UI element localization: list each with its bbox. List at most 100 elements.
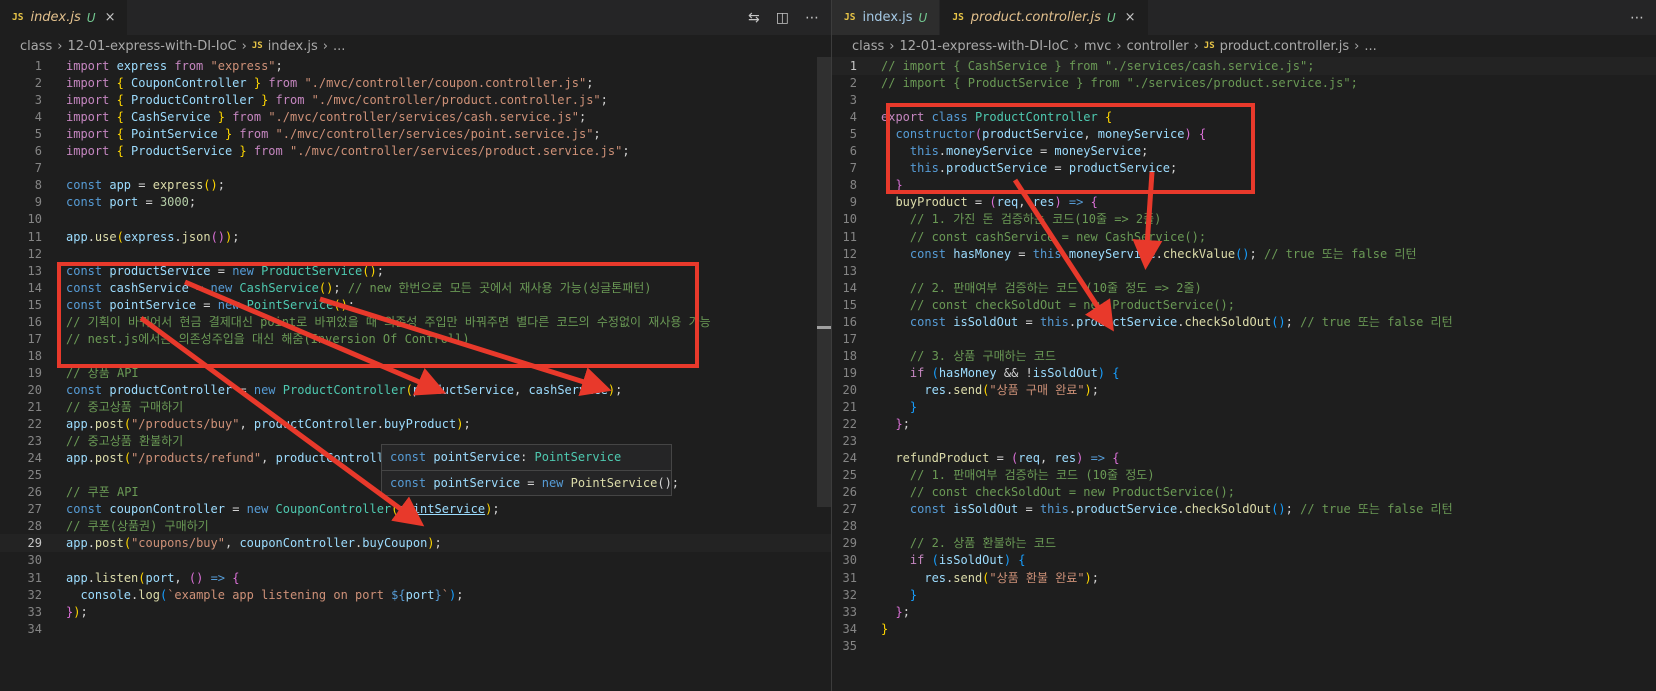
code-line: 25 // 1. 판매여부 검증하는 코드 (10줄 정도) [832, 466, 1656, 484]
code-token: productController [253, 417, 377, 432]
code-token: express [123, 229, 175, 244]
code-token: , [513, 382, 529, 397]
close-icon[interactable]: × [105, 10, 116, 25]
code-token: ) [1054, 195, 1069, 210]
code-token: const [66, 280, 110, 295]
more-actions-icon[interactable]: ⋯ [805, 10, 819, 26]
right-code-editor[interactable]: 1 // import { CashService } from "./servi… [832, 57, 1656, 691]
code-token: send [953, 570, 983, 585]
untracked-status-badge: U [918, 10, 928, 25]
code-token: checkSoldOut [1184, 314, 1272, 329]
split-editor-icon[interactable]: ◫ [776, 10, 789, 26]
code-token: // 쿠폰(상품권) 구매하기 [66, 519, 209, 534]
code-token: , [1018, 195, 1033, 210]
breadcrumb-item[interactable]: mvc [1084, 39, 1112, 54]
code-token: pointService [398, 502, 486, 517]
close-icon[interactable]: × [1125, 10, 1136, 25]
code-text: }); [66, 603, 88, 621]
code-token: = [232, 502, 247, 517]
code-line: 7 this.productService = productService; [832, 159, 1656, 177]
code-line: 4 import { CashService } from "./mvc/cont… [0, 108, 831, 126]
line-number: 18 [27, 348, 42, 363]
code-token: const [66, 195, 110, 210]
tab-index-js[interactable]: JS index.js U × [0, 0, 129, 35]
code-token: isSoldOut [938, 553, 1004, 568]
code-line: 22 app.post("/products/buy", productContr… [0, 415, 831, 433]
breadcrumb-item[interactable]: 12-01-express-with-DI-IoC [899, 39, 1068, 54]
code-token: ( [405, 382, 413, 397]
code-text: const productService = new ProductServic… [66, 262, 384, 280]
tab-index-js[interactable]: JS index.js U [832, 0, 941, 35]
code-text: import { CouponController } from "./mvc/… [66, 74, 593, 92]
line-number: 1 [34, 59, 42, 73]
code-token: { [116, 144, 132, 159]
code-token: // 중고상품 환불하기 [66, 434, 184, 449]
code-line: 21 } [832, 398, 1656, 416]
code-token: () [333, 297, 348, 312]
code-token: ProductService [261, 263, 363, 278]
breadcrumb-item[interactable]: ... [333, 39, 345, 54]
breadcrumb-item[interactable]: class [20, 39, 52, 54]
code-token: hasMoney [938, 365, 1004, 380]
left-code-editor[interactable]: 1 import express from "express"; 2 import {… [0, 57, 831, 691]
line-number: 16 [842, 314, 857, 329]
code-line: 19 if (hasMoney && !isSoldOut) { [832, 364, 1656, 382]
breadcrumb-item[interactable]: ... [1364, 39, 1376, 54]
line-number: 9 [34, 195, 42, 210]
open-changes-icon[interactable]: ⇆ [748, 10, 760, 26]
code-token: => [1090, 451, 1113, 466]
code-token: isSoldOut [1032, 365, 1098, 380]
code-token: : [520, 450, 535, 464]
left-scrollbar-thumb[interactable] [817, 57, 831, 507]
breadcrumb-item[interactable]: 12-01-express-with-DI-IoC [67, 39, 236, 54]
breadcrumb-item[interactable]: controller [1127, 39, 1189, 54]
code-token: ProductController [282, 382, 406, 397]
code-token: = [217, 263, 233, 278]
code-token: send [953, 382, 983, 397]
code-text: const couponController = new CouponContr… [66, 500, 500, 518]
code-line: 18 [0, 347, 831, 365]
breadcrumb-item[interactable]: product.controller.js [1220, 39, 1349, 54]
code-token: = [974, 195, 990, 210]
code-line: 32 } [832, 586, 1656, 604]
code-token: buyProduct [881, 195, 975, 210]
code-line: 34} [832, 620, 1656, 638]
code-token: . [1068, 502, 1077, 517]
code-token: () [1235, 246, 1250, 261]
code-token: = [1039, 144, 1055, 159]
code-token: res [1054, 451, 1077, 466]
code-text: import { CashService } from "./mvc/contr… [66, 108, 586, 126]
code-line: 28 // 쿠폰(상품권) 구매하기 [0, 517, 831, 535]
code-line: 7 [0, 159, 831, 177]
code-token: = [1054, 161, 1069, 176]
code-token: = [145, 195, 160, 210]
code-text: app.post("/products/refund", productCont… [66, 449, 398, 467]
code-token: pointService [109, 297, 204, 312]
code-line: 17 // nest.js에서는 의존성주입을 대신 해줌(Inversion O… [0, 330, 831, 348]
more-actions-icon[interactable]: ⋯ [1630, 10, 1644, 26]
code-token: productService [412, 382, 514, 397]
code-token: ; [80, 604, 88, 619]
breadcrumb-item[interactable]: class [852, 39, 884, 54]
code-token: from [239, 127, 276, 142]
code-line: 15 // const checkSoldOut = new ProductSe… [832, 296, 1656, 314]
line-number: 28 [27, 519, 42, 534]
code-token: "/products/buy" [131, 417, 240, 432]
code-token: ( [123, 536, 132, 551]
line-number: 28 [842, 519, 857, 534]
code-line: 21 // 중고상품 구매하기 [0, 398, 831, 416]
code-token: couponController [109, 502, 233, 517]
code-line: 3 [832, 91, 1656, 109]
code-line: 17 [832, 330, 1656, 348]
code-token: moneyService [1054, 144, 1142, 159]
breadcrumb-item[interactable]: index.js [268, 39, 318, 54]
code-token: "./mvc/controller/coupon.controller.js" [304, 76, 587, 91]
code-token: } [224, 127, 240, 142]
tab-product-controller-js[interactable]: JS product.controller.js U × [940, 0, 1149, 35]
code-text: // 기획이 바뀌어서 현금 결제대신 point로 바뀌었을 때 의존성 주입… [66, 313, 711, 331]
code-text: if (hasMoney && !isSoldOut) { [881, 364, 1120, 382]
code-token: const [66, 263, 110, 278]
code-token: "/products/refund" [131, 451, 262, 466]
line-number: 17 [27, 331, 42, 346]
code-token: app [66, 229, 88, 244]
